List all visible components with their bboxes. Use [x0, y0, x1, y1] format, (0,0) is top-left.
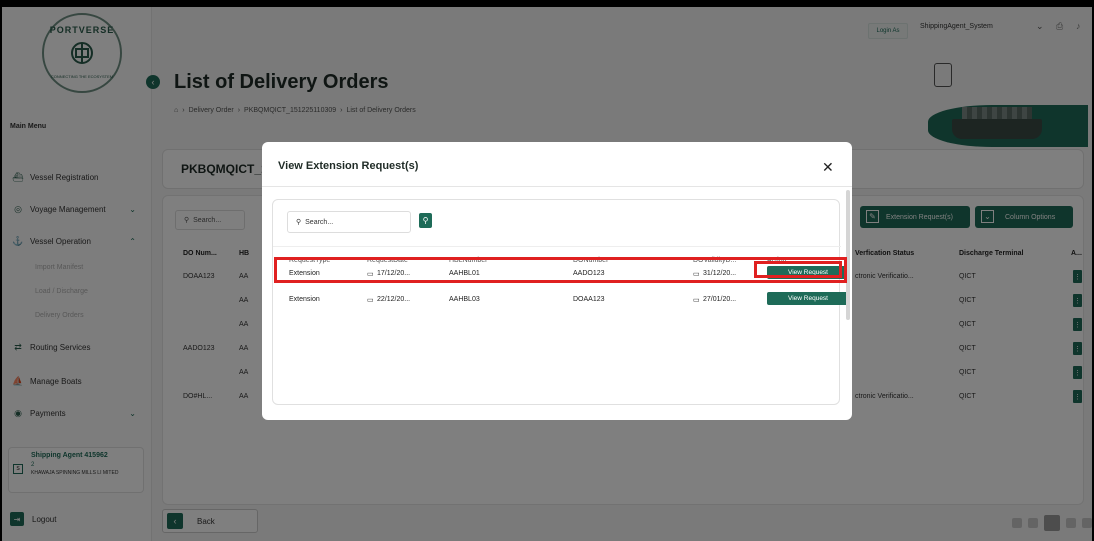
calendar-icon: ▭ [693, 297, 700, 304]
table-row: Extension ▭ 22/12/20... AAHBL03 DOAA123 … [273, 286, 849, 310]
table-cell: 22/12/20... [377, 296, 411, 303]
table-cell: 27/01/20... [703, 296, 737, 303]
scrollbar[interactable] [846, 190, 850, 320]
modal-search-input[interactable]: ⚲ Search... [287, 211, 411, 233]
divider [262, 186, 852, 187]
table-cell: Extension [289, 296, 320, 303]
modal-title: View Extension Request(s) [278, 160, 419, 172]
table-cell: DOAA123 [573, 296, 605, 303]
app-window: PORTVERSE CONNECTING THE ECOSYSTEM Main … [2, 7, 1092, 541]
search-button[interactable]: ⚲ [419, 213, 432, 228]
highlight-box-button [754, 261, 842, 278]
calendar-icon: ▭ [367, 297, 374, 304]
close-icon[interactable]: ✕ [822, 160, 834, 174]
view-request-button[interactable]: View Request [767, 292, 849, 305]
table-cell: AAHBL03 [449, 296, 480, 303]
search-icon: ⚲ [296, 219, 302, 226]
extension-requests-table: ⚲ Search... ⚲ RequestType RequestDate HB… [272, 199, 849, 405]
